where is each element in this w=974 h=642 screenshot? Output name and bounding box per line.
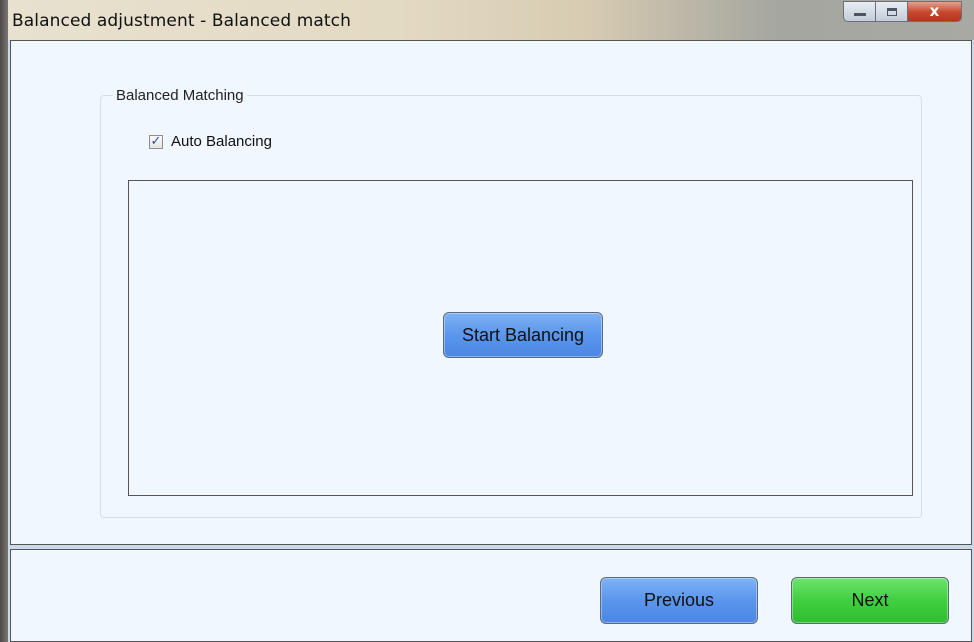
dialog-window: Balanced adjustment - Balanced match x B… (8, 0, 974, 642)
desktop-background (0, 0, 8, 642)
checkmark-icon: ✓ (150, 134, 162, 149)
window-controls: x (843, 1, 962, 23)
auto-balancing-row[interactable]: ✓ Auto Balancing (149, 133, 272, 150)
minimize-icon (853, 13, 866, 16)
auto-balancing-label[interactable]: Auto Balancing (171, 133, 272, 150)
balanced-matching-group: Balanced Matching ✓ Auto Balancing Start… (100, 87, 922, 518)
maximize-icon (886, 7, 897, 16)
main-panel: Balanced Matching ✓ Auto Balancing Start… (10, 40, 972, 545)
title-bar[interactable]: Balanced adjustment - Balanced match x (8, 0, 974, 40)
previous-button[interactable]: Previous (600, 577, 758, 624)
close-button[interactable]: x (908, 1, 962, 22)
balancing-area: Start Balancing (128, 180, 913, 496)
next-button[interactable]: Next (791, 577, 949, 624)
maximize-button[interactable] (876, 1, 908, 22)
group-legend: Balanced Matching (113, 87, 247, 104)
footer-panel: Previous Next (10, 549, 972, 642)
window-title: Balanced adjustment - Balanced match (12, 11, 351, 31)
start-balancing-button[interactable]: Start Balancing (443, 312, 603, 358)
minimize-button[interactable] (843, 1, 876, 22)
close-icon: x (929, 1, 940, 20)
auto-balancing-checkbox[interactable]: ✓ (149, 134, 163, 149)
